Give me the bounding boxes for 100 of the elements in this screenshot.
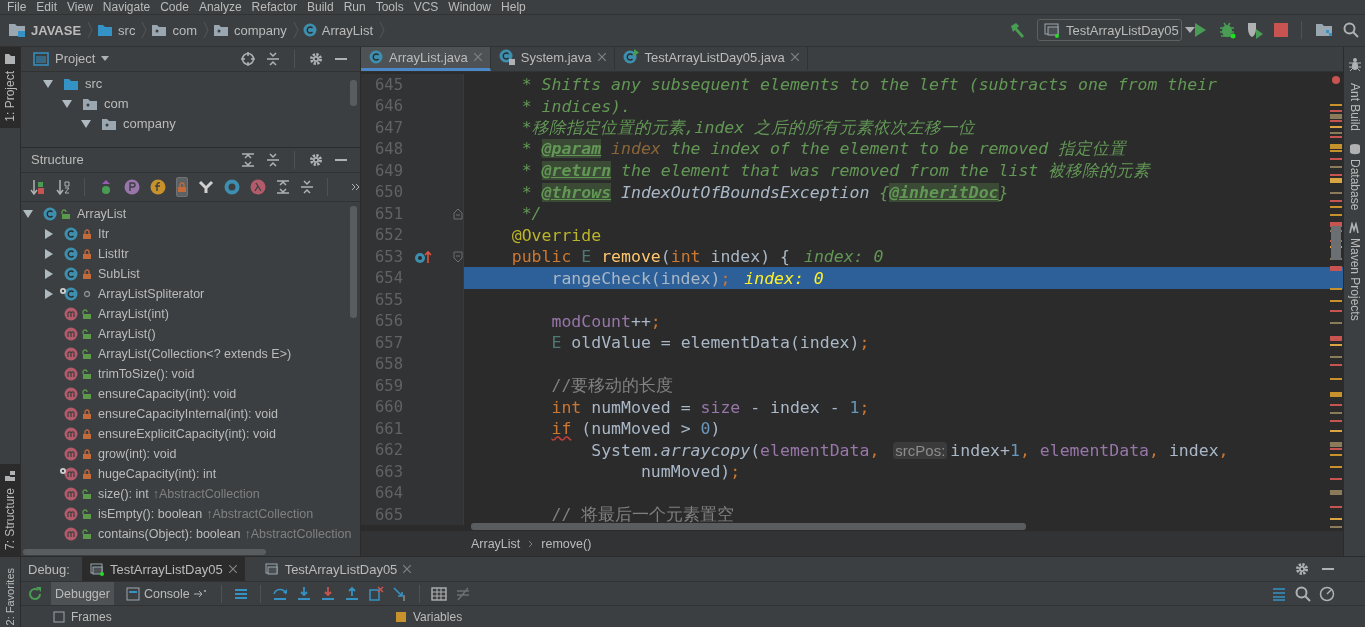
sort-alphabetically-icon[interactable] bbox=[55, 178, 71, 195]
panel-title[interactable]: Project bbox=[55, 51, 96, 67]
scrollbar-thumb[interactable] bbox=[23, 549, 266, 556]
tool-window-tab[interactable]: 1: Project bbox=[0, 46, 20, 128]
collapse-all-icon[interactable] bbox=[300, 179, 314, 194]
tree-item[interactable]: com bbox=[104, 96, 129, 112]
run-icon[interactable] bbox=[1192, 22, 1208, 39]
locate-icon[interactable] bbox=[241, 51, 255, 66]
bug-icon[interactable] bbox=[1218, 21, 1236, 40]
debug-session-tab[interactable]: TestArrayListDay05 bbox=[256, 557, 420, 582]
editor-tab[interactable]: ArrayList.java bbox=[361, 46, 491, 71]
non-public-toggle[interactable] bbox=[176, 176, 188, 197]
tree-item[interactable]: isEmpty(): boolean bbox=[98, 506, 203, 521]
tree-item[interactable]: ensureExplicitCapacity(int): void bbox=[98, 426, 276, 441]
menu-item[interactable]: Tools bbox=[370, 0, 409, 14]
fold-icon[interactable] bbox=[453, 250, 463, 263]
tool-window-tab[interactable]: Ant Build bbox=[1347, 82, 1362, 131]
breadcrumb-item[interactable]: ArrayList bbox=[321, 22, 374, 38]
tool-window-tab[interactable]: Maven Projects bbox=[1347, 222, 1362, 321]
tool-window-tab[interactable]: 7: Structure bbox=[0, 464, 20, 557]
force-step-into-icon[interactable] bbox=[319, 585, 336, 602]
menu-item[interactable]: Code bbox=[155, 0, 194, 14]
gauge-icon[interactable] bbox=[1319, 585, 1335, 602]
expanded-arrow-icon[interactable] bbox=[62, 98, 72, 109]
expanded-arrow-icon[interactable] bbox=[23, 208, 33, 219]
settings-icon[interactable] bbox=[309, 152, 323, 167]
expanded-arrow-icon[interactable] bbox=[43, 78, 53, 89]
step-into-icon[interactable] bbox=[295, 585, 312, 602]
fold-end-icon[interactable] bbox=[453, 207, 463, 220]
caret-icon[interactable] bbox=[101, 56, 110, 62]
breadcrumb-item[interactable]: JAVASE bbox=[31, 22, 82, 38]
close-icon[interactable] bbox=[228, 565, 237, 574]
tool-window-tab[interactable]: 2: Favorites bbox=[0, 565, 20, 627]
menu-item[interactable]: File bbox=[2, 0, 32, 14]
close-icon[interactable] bbox=[597, 53, 606, 62]
ring-icon[interactable] bbox=[224, 178, 240, 195]
tree-item[interactable]: grow(int): void bbox=[98, 446, 177, 461]
menu-item[interactable]: View bbox=[62, 0, 98, 14]
breadcrumb-item[interactable]: company bbox=[234, 22, 287, 38]
tree-item[interactable]: size(): int bbox=[98, 486, 149, 501]
collapsed-arrow-icon[interactable] bbox=[44, 288, 54, 299]
tree-item[interactable]: ArrayList() bbox=[98, 326, 156, 341]
scrollbar-thumb[interactable] bbox=[350, 79, 357, 106]
tree-item[interactable]: ensureCapacityInternal(int): void bbox=[98, 406, 278, 421]
tree-item[interactable]: ListItr bbox=[98, 246, 129, 261]
tree-item[interactable]: contains(Object): boolean bbox=[98, 526, 241, 541]
debugger-tab[interactable]: Console bbox=[121, 582, 210, 606]
collapse-all-icon[interactable] bbox=[266, 152, 280, 167]
debugger-tab[interactable]: Debugger bbox=[51, 582, 114, 606]
menu-item[interactable]: Run bbox=[338, 0, 371, 14]
search-icon[interactable] bbox=[1343, 22, 1359, 39]
tree-item[interactable]: SubList bbox=[98, 266, 140, 281]
more-icon[interactable] bbox=[351, 182, 361, 191]
settings-icon[interactable] bbox=[1295, 562, 1309, 577]
menu-item[interactable]: Window bbox=[443, 0, 497, 14]
settings-icon[interactable] bbox=[309, 51, 323, 66]
coverage-icon[interactable] bbox=[1246, 21, 1264, 40]
tree-item[interactable]: ArrayList(int) bbox=[98, 306, 169, 321]
tree-item[interactable]: hugeCapacity(int): int bbox=[98, 466, 217, 481]
collapsed-arrow-icon[interactable] bbox=[44, 248, 54, 259]
stop-icon[interactable] bbox=[1274, 23, 1288, 38]
breadcrumb-item[interactable]: ArrayList bbox=[471, 537, 521, 552]
tree-item[interactable]: ensureCapacity(int): void bbox=[98, 386, 237, 401]
tree-item[interactable]: company bbox=[123, 116, 176, 132]
tree-item[interactable]: ArrayList bbox=[77, 206, 127, 221]
tree-item[interactable]: Itr bbox=[98, 226, 110, 241]
collapsed-arrow-icon[interactable] bbox=[44, 228, 54, 239]
sort-by-visibility-icon[interactable] bbox=[29, 178, 45, 195]
menu-item[interactable]: Help bbox=[496, 0, 531, 14]
lambda-icon[interactable] bbox=[250, 178, 266, 195]
drop-frame-icon[interactable] bbox=[367, 585, 384, 602]
close-icon[interactable] bbox=[403, 565, 412, 574]
breadcrumb-item[interactable]: remove() bbox=[541, 537, 592, 552]
step-out-icon[interactable] bbox=[343, 585, 360, 602]
breadcrumb-item[interactable]: com bbox=[172, 22, 197, 38]
menu-item[interactable]: VCS bbox=[408, 0, 444, 14]
menu-item[interactable]: Build bbox=[301, 0, 339, 14]
properties-icon[interactable] bbox=[124, 178, 140, 195]
menu-item[interactable]: Analyze bbox=[193, 0, 247, 14]
scrollbar-thumb[interactable] bbox=[350, 205, 357, 318]
fields-icon[interactable] bbox=[150, 178, 166, 195]
expand-all-icon[interactable] bbox=[276, 179, 290, 194]
hammer-icon[interactable] bbox=[1009, 21, 1027, 40]
overrides-icon[interactable] bbox=[414, 249, 432, 264]
expanded-arrow-icon[interactable] bbox=[81, 118, 91, 129]
menu-item[interactable]: Edit bbox=[31, 0, 63, 14]
tool-window-tab[interactable]: Database bbox=[1347, 142, 1362, 211]
collapsed-arrow-icon[interactable] bbox=[44, 268, 54, 279]
editor-tab[interactable]: TestArrayListDay05.java bbox=[614, 46, 808, 71]
tree-item[interactable]: src bbox=[85, 76, 103, 92]
search-icon[interactable] bbox=[1295, 585, 1311, 602]
evaluate-icon[interactable] bbox=[430, 585, 447, 602]
tree-item[interactable]: ArrayListSpliterator bbox=[98, 286, 205, 301]
scrollbar-thumb[interactable] bbox=[471, 523, 1026, 531]
breadcrumb-item[interactable]: src bbox=[118, 22, 136, 38]
tree-item[interactable]: trimToSize(): void bbox=[98, 366, 195, 381]
expand-all-icon[interactable] bbox=[241, 152, 255, 167]
anonymous-classes-icon[interactable] bbox=[198, 178, 214, 195]
menu-item[interactable]: Refactor bbox=[246, 0, 302, 14]
editor-tab[interactable]: System.java bbox=[490, 46, 615, 71]
